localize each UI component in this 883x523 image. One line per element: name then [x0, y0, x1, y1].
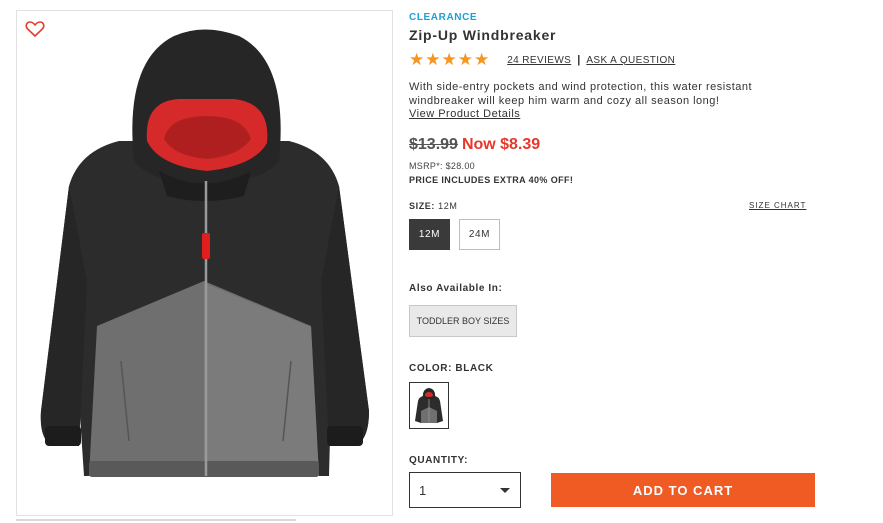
- size-label: SIZE: 12M: [409, 201, 457, 211]
- color-swatch-black[interactable]: [409, 382, 449, 429]
- product-title: Zip-Up Windbreaker: [409, 27, 557, 43]
- sale-price: Now $8.39: [461, 136, 541, 153]
- size-option-24m[interactable]: 24M: [459, 219, 500, 250]
- quantity-label: QUANTITY:: [409, 455, 469, 466]
- toddler-boy-sizes-button[interactable]: TODDLER BOY SIZES: [409, 305, 517, 337]
- product-info-panel: CLEARANCE Zip-Up Windbreaker ★★★★★ 24 RE…: [409, 0, 819, 523]
- add-to-cart-button[interactable]: ADD TO CART: [551, 473, 815, 507]
- color-label: COLOR: BLACK: [409, 363, 494, 374]
- quantity-select[interactable]: 1: [409, 472, 521, 508]
- quantity-value: 1: [419, 482, 427, 498]
- selected-size-value: 12M: [438, 201, 458, 211]
- product-image[interactable]: [39, 21, 369, 481]
- price-row: $13.99 Now $8.39: [409, 136, 540, 154]
- separator: |: [577, 54, 581, 66]
- ask-question-link[interactable]: ASK A QUESTION: [586, 55, 675, 66]
- size-chart-link[interactable]: SIZE CHART: [749, 201, 806, 210]
- star-rating-icon: ★★★★★: [409, 50, 491, 69]
- size-option-12m[interactable]: 12M: [409, 219, 450, 250]
- product-description: With side-entry pockets and wind protect…: [409, 81, 753, 107]
- image-scroll-indicator: [16, 519, 296, 521]
- msrp-text: MSRP*: $28.00: [409, 161, 475, 171]
- original-price: $13.99: [409, 136, 458, 153]
- chevron-down-icon: [500, 488, 510, 493]
- size-label-text: SIZE:: [409, 201, 436, 211]
- also-available-label: Also Available In:: [409, 283, 503, 294]
- product-image-panel: [16, 10, 393, 516]
- view-product-details-link[interactable]: View Product Details: [409, 108, 520, 120]
- reviews-link[interactable]: 24 REVIEWS: [507, 55, 571, 66]
- rating-row: ★★★★★ 24 REVIEWS | ASK A QUESTION: [409, 51, 675, 69]
- clearance-badge: CLEARANCE: [409, 12, 478, 23]
- promo-text: PRICE INCLUDES EXTRA 40% OFF!: [409, 175, 574, 185]
- swatch-jacket-thumbnail: [415, 388, 443, 423]
